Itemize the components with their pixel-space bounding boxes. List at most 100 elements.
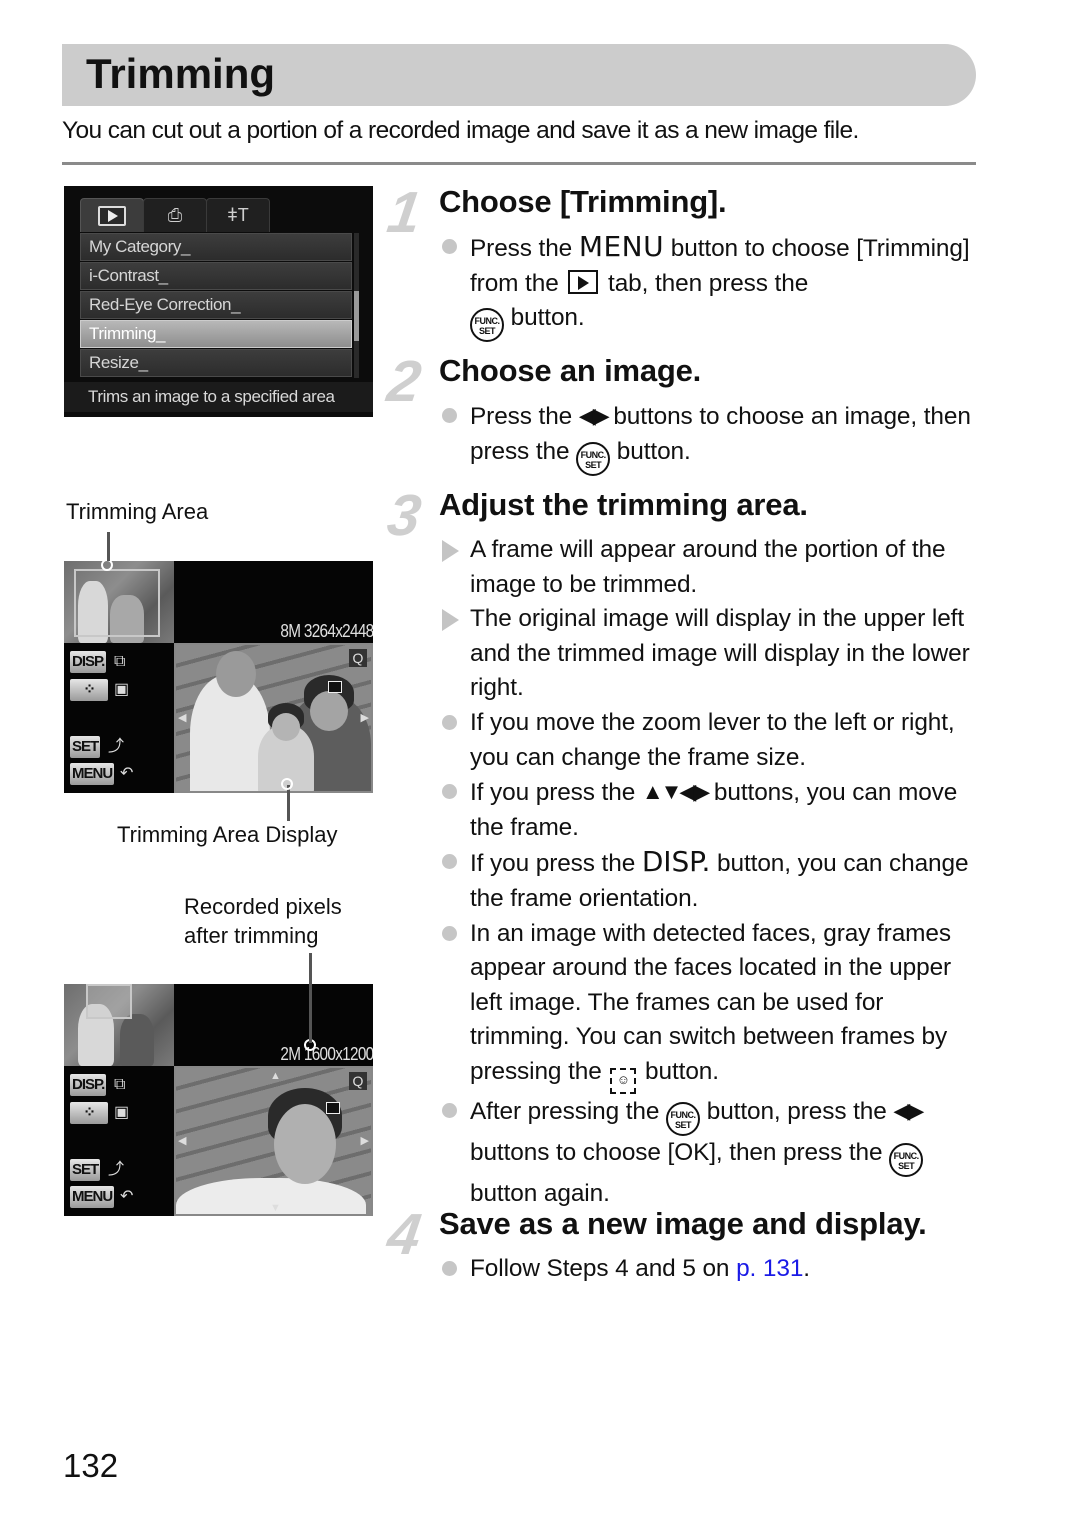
playback-icon xyxy=(98,205,126,226)
page-number: 132 xyxy=(63,1447,119,1484)
text: The original image will display in the u… xyxy=(470,605,970,702)
leader-dot xyxy=(281,778,293,790)
zoom-icon: Q xyxy=(349,1072,367,1090)
step-number: 2 xyxy=(383,349,425,414)
right-arrow-icon: ▶ xyxy=(360,712,369,724)
tab-print: ⎙ xyxy=(143,198,207,232)
menu-scrollbar xyxy=(354,233,359,378)
divider xyxy=(62,162,976,165)
text: Follow Steps 4 and 5 on xyxy=(470,1255,737,1282)
recorded-pixels: 8M 3264x2448 xyxy=(279,621,373,641)
orientation-icon: ⧉ xyxy=(114,653,126,670)
text: buttons to choose [OK], then press the xyxy=(470,1138,890,1166)
trimming-frame xyxy=(74,569,160,637)
trimmed-preview: Q ▲ ▼ ◀ ▶ xyxy=(174,1066,373,1216)
menu-button-icon: MENU xyxy=(578,230,665,263)
trimmed-preview: Q ◀ ▶ xyxy=(174,643,373,793)
face-frame-marker xyxy=(326,1102,340,1114)
bullet-dot-icon xyxy=(442,1261,457,1276)
func-set-button-icon: FUNC. SET xyxy=(470,308,504,343)
tab-playback xyxy=(80,198,144,232)
text: . xyxy=(803,1255,810,1282)
bullet-item: The original image will display in the u… xyxy=(439,602,979,706)
text: If you press the xyxy=(470,779,642,807)
step-number: 1 xyxy=(383,180,425,245)
control-panel: DISP. ⧉ ⁘ ▣ SET ⤴ MENU ↶ xyxy=(64,1066,174,1216)
control-panel: DISP. ⧉ ⁘ ▣ SET ⤴ MENU ↶ xyxy=(64,643,174,793)
settings-tools-icon: ǂT xyxy=(227,205,249,225)
step-title: Choose [Trimming]. xyxy=(439,184,727,219)
bullet-item: Press the MENU button to choose [Trimmin… xyxy=(439,230,979,343)
bullet-item: A frame will appear around the portion o… xyxy=(439,533,979,602)
set-button-icon: SET xyxy=(70,736,101,758)
left-right-buttons-icon: ◀▶ xyxy=(578,403,610,428)
disp-button-icon: DISP. xyxy=(70,651,107,673)
bullet-dot-icon xyxy=(442,784,457,800)
bullet-dot-icon xyxy=(442,1102,457,1118)
set-label: SET xyxy=(585,459,602,470)
step-number: 3 xyxy=(383,483,425,548)
bullet-item: In an image with detected faces, gray fr… xyxy=(439,917,979,1094)
left-right-buttons-icon: ◀▶ xyxy=(893,1097,924,1123)
disp-button-icon: DISP. xyxy=(641,845,711,879)
result-triangle-icon xyxy=(442,540,459,562)
caption-recorded-pixels-2: after trimming xyxy=(184,923,319,948)
bullet-dot-icon xyxy=(442,925,457,941)
menu-item-red-eye-correction: Red-Eye Correction_ xyxy=(80,291,352,319)
set-label: SET xyxy=(675,1119,692,1130)
menu-item-my-category: My Category_ xyxy=(80,233,352,261)
back-icon: ↶ xyxy=(120,1188,134,1205)
step-bullets: Press the ◀▶ buttons to choose an image,… xyxy=(439,399,979,476)
bullet-item: Press the ◀▶ buttons to choose an image,… xyxy=(439,399,979,476)
bullet-dot-icon xyxy=(442,408,457,423)
text: button. xyxy=(638,1057,719,1085)
save-icon: ⤴ xyxy=(108,738,125,755)
text: Press the xyxy=(470,235,579,262)
page-reference-link[interactable]: p. 131 xyxy=(736,1255,803,1282)
menu-list: My Category_ i-Contrast_ Red-Eye Correct… xyxy=(80,233,352,378)
bullet-item: If you press the ▲▼◀▶ buttons, you can m… xyxy=(439,775,979,845)
menu-item-resize: Resize_ xyxy=(80,349,352,377)
caption-trimming-area-display: Trimming Area Display xyxy=(117,822,338,847)
preview-head xyxy=(310,691,348,731)
text: A frame will appear around the portion o… xyxy=(470,536,946,598)
camera-menu-screen: ⎙ ǂT My Category_ i-Contrast_ Red-Eye Co… xyxy=(64,186,373,417)
thumb-figure xyxy=(120,1014,154,1066)
preview-head xyxy=(274,1104,336,1184)
func-label: FUNC. xyxy=(893,1150,920,1161)
intro-text: You can cut out a portion of a recorded … xyxy=(62,117,859,144)
leader-line xyxy=(287,785,290,821)
bullet-item: After pressing the FUNC. SET button, pres… xyxy=(439,1094,979,1212)
func-set-button-icon: FUNC. SET xyxy=(666,1101,701,1136)
original-thumbnail xyxy=(64,984,174,1066)
func-set-button-icon: FUNC. SET xyxy=(889,1142,924,1177)
left-arrow-icon: ◀ xyxy=(178,712,187,724)
trim-screen-original: 8M 3264x2448 DISP. ⧉ ⁘ ▣ SET ⤴ MENU ↶ Q … xyxy=(64,561,373,793)
text: If you move the zoom lever to the left o… xyxy=(470,708,955,771)
caption-trimming-area: Trimming Area xyxy=(66,499,209,524)
face-frame-icon: ▣ xyxy=(114,1104,130,1121)
face-select-button-icon: ⁘ xyxy=(70,679,108,701)
left-arrow-icon: ◀ xyxy=(178,1135,187,1147)
step-number: 4 xyxy=(383,1202,425,1267)
trim-screen-trimmed: 2M 1600x1200 DISP. ⧉ ⁘ ▣ SET ⤴ MENU ↶ Q … xyxy=(64,984,373,1216)
text: tab, then press the xyxy=(601,269,809,297)
set-label: SET xyxy=(898,1160,915,1171)
disp-button-icon: DISP. xyxy=(70,1074,107,1096)
page-title: Trimming xyxy=(86,50,276,97)
leader-line xyxy=(309,953,312,1043)
zoom-icon: Q xyxy=(349,649,367,667)
print-icon: ⎙ xyxy=(167,205,183,225)
bullet-dot-icon xyxy=(442,854,457,870)
text: button, press the xyxy=(700,1097,894,1125)
down-arrow-icon: ▼ xyxy=(270,1202,281,1214)
preview-head xyxy=(216,651,256,697)
save-icon: ⤴ xyxy=(108,1161,125,1178)
right-arrow-icon: ▶ xyxy=(360,1135,369,1147)
up-arrow-icon: ▲ xyxy=(270,1070,281,1082)
bullet-dot-icon xyxy=(442,714,457,730)
tab-settings: ǂT xyxy=(206,198,270,232)
set-label: SET xyxy=(478,326,496,337)
four-way-buttons-icon: ▲▼◀▶ xyxy=(641,779,710,805)
bullet-item: If you press the DISP. button, you can c… xyxy=(439,845,979,916)
